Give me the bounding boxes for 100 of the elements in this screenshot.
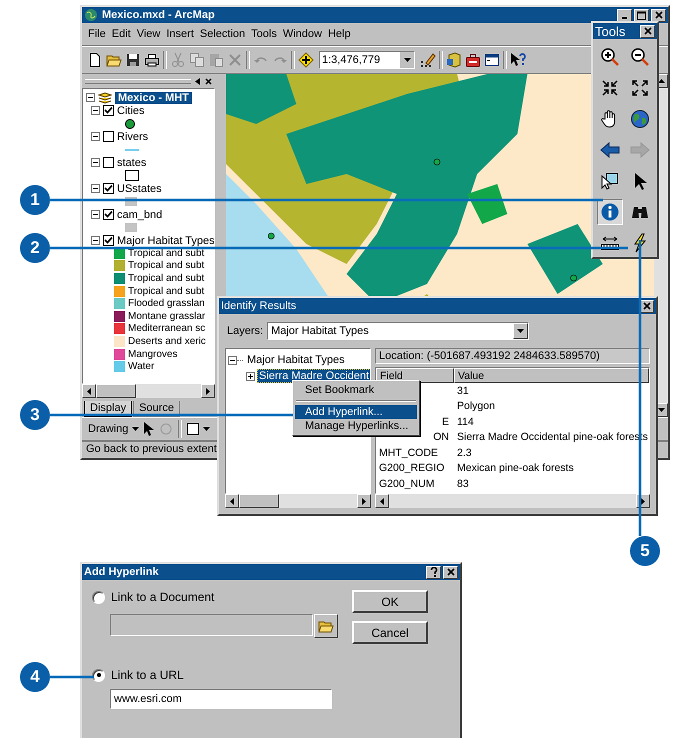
radio-button[interactable] bbox=[92, 668, 105, 682]
menu-item[interactable]: Add Hyperlink... bbox=[295, 405, 417, 419]
menu-item[interactable]: Tools bbox=[251, 28, 277, 40]
pencil-icon bbox=[420, 52, 436, 68]
arrows-in-icon bbox=[600, 78, 620, 98]
minimize-button[interactable] bbox=[617, 8, 632, 22]
menu-item[interactable]: View bbox=[136, 28, 160, 40]
menu-item[interactable]: Help bbox=[328, 28, 351, 40]
layer-name[interactable]: Rivers bbox=[117, 130, 148, 142]
table-cell: Polygon bbox=[457, 400, 495, 412]
scrollbar[interactable] bbox=[375, 494, 650, 508]
toolbox-icon bbox=[465, 52, 481, 68]
close-icon bbox=[642, 302, 650, 310]
menu-item[interactable]: Manage Hyperlinks... bbox=[295, 419, 417, 433]
rectangle-icon[interactable] bbox=[187, 423, 200, 435]
pin-icon[interactable] bbox=[195, 78, 201, 84]
expander-icon[interactable] bbox=[228, 356, 237, 364]
pointer-icon[interactable] bbox=[143, 422, 156, 436]
layers-dropdown[interactable]: Major Habitat Types bbox=[267, 322, 530, 340]
layer-name[interactable]: states bbox=[117, 156, 146, 168]
layers-icon bbox=[98, 92, 112, 104]
dropdown-arrow-icon[interactable] bbox=[203, 427, 210, 431]
tree-item[interactable]: Major Habitat Types bbox=[245, 353, 347, 367]
maximize-button[interactable] bbox=[634, 8, 649, 22]
checkbox[interactable] bbox=[103, 183, 114, 194]
close-icon bbox=[446, 568, 454, 576]
layer-name[interactable]: USstates bbox=[117, 182, 162, 194]
menu-item[interactable]: Edit bbox=[112, 28, 131, 40]
zoom-in-icon bbox=[600, 47, 620, 67]
close-button[interactable] bbox=[651, 8, 666, 22]
window-icon bbox=[484, 52, 500, 68]
close-icon bbox=[644, 27, 652, 35]
zoom-out-icon bbox=[630, 47, 650, 67]
expander-icon[interactable] bbox=[91, 210, 100, 219]
scroll-up-icon bbox=[658, 79, 664, 83]
help-button[interactable] bbox=[426, 566, 441, 578]
expander-icon[interactable] bbox=[91, 106, 100, 115]
tool-button[interactable] bbox=[597, 199, 623, 225]
layer-name[interactable]: Cities bbox=[117, 104, 145, 116]
scrollbar[interactable] bbox=[82, 384, 215, 398]
toolbar-button[interactable] bbox=[297, 50, 315, 70]
expander-icon[interactable] bbox=[91, 236, 100, 245]
expander-icon[interactable] bbox=[246, 372, 255, 380]
table-cell: ON bbox=[433, 431, 449, 444]
map-frame-label[interactable]: Mexico - MHT bbox=[115, 92, 192, 104]
menu-item[interactable]: Window bbox=[282, 28, 322, 40]
close-button[interactable] bbox=[640, 24, 655, 38]
document-icon bbox=[87, 52, 103, 68]
menu-item[interactable]: Insert bbox=[166, 28, 194, 40]
radio-label[interactable]: Link to a Document bbox=[111, 590, 214, 604]
checkbox[interactable] bbox=[103, 131, 114, 142]
menu-item[interactable]: Set Bookmark bbox=[295, 383, 417, 397]
window-title: Mexico.mxd - ArcMap bbox=[102, 9, 215, 21]
legend-label: Mangroves bbox=[128, 348, 178, 360]
close-icon[interactable] bbox=[205, 78, 212, 84]
step-number: 2 bbox=[20, 233, 50, 263]
globe-icon bbox=[630, 109, 650, 129]
app-icon bbox=[84, 8, 98, 22]
expander-icon[interactable] bbox=[91, 158, 100, 167]
radio-button[interactable] bbox=[92, 590, 105, 604]
scale-dropdown[interactable]: 1:3,476,779 bbox=[319, 51, 415, 69]
expander-icon[interactable] bbox=[91, 132, 100, 141]
clipboard-icon bbox=[208, 52, 224, 68]
checkbox[interactable] bbox=[103, 235, 114, 246]
browse-button[interactable] bbox=[314, 614, 338, 638]
cursor-box-icon bbox=[600, 171, 620, 191]
step-number: 4 bbox=[20, 662, 50, 692]
table-cell: 114 bbox=[457, 416, 474, 428]
layer-name[interactable]: cam_bnd bbox=[117, 208, 162, 220]
layer-name[interactable]: Major Habitat Types bbox=[117, 234, 214, 246]
legend-label: Tropical and subt bbox=[128, 260, 204, 272]
input-field[interactable]: www.esri.com bbox=[110, 689, 332, 709]
expander-icon[interactable] bbox=[86, 93, 95, 102]
checkbox[interactable] bbox=[103, 105, 114, 116]
location-readout: Location: (-501687.493192 2484633.589570) bbox=[375, 348, 650, 364]
legend-label: Flooded grasslan bbox=[128, 298, 205, 310]
close-button[interactable] bbox=[443, 566, 458, 578]
expander-icon[interactable] bbox=[91, 184, 100, 193]
maximize-icon bbox=[637, 10, 646, 20]
dialog-button[interactable]: OK bbox=[352, 590, 428, 613]
drawing-menu[interactable]: Drawing bbox=[88, 423, 128, 435]
window-title: Identify Results bbox=[221, 300, 296, 312]
scroll-right-icon bbox=[206, 388, 210, 394]
dropdown-arrow-icon[interactable] bbox=[132, 427, 140, 431]
checkbox[interactable] bbox=[103, 157, 114, 168]
menu-item[interactable]: File bbox=[88, 28, 106, 40]
dialog-button[interactable]: Cancel bbox=[352, 621, 428, 644]
menu-item[interactable]: Selection bbox=[200, 28, 246, 40]
add-data-icon bbox=[298, 52, 314, 68]
scroll-left-icon bbox=[230, 498, 234, 504]
radio-label[interactable]: Link to a URL bbox=[111, 668, 184, 682]
help-icon bbox=[510, 52, 526, 68]
column-header[interactable]: Value bbox=[454, 368, 649, 383]
legend-label: Tropical and subt bbox=[128, 272, 204, 284]
checkbox[interactable] bbox=[103, 209, 114, 220]
scrollbar[interactable] bbox=[225, 494, 371, 508]
table-cell: 83 bbox=[457, 478, 469, 490]
step-number: 3 bbox=[20, 400, 50, 430]
printer-icon bbox=[144, 52, 160, 68]
step-number: 5 bbox=[630, 536, 660, 566]
